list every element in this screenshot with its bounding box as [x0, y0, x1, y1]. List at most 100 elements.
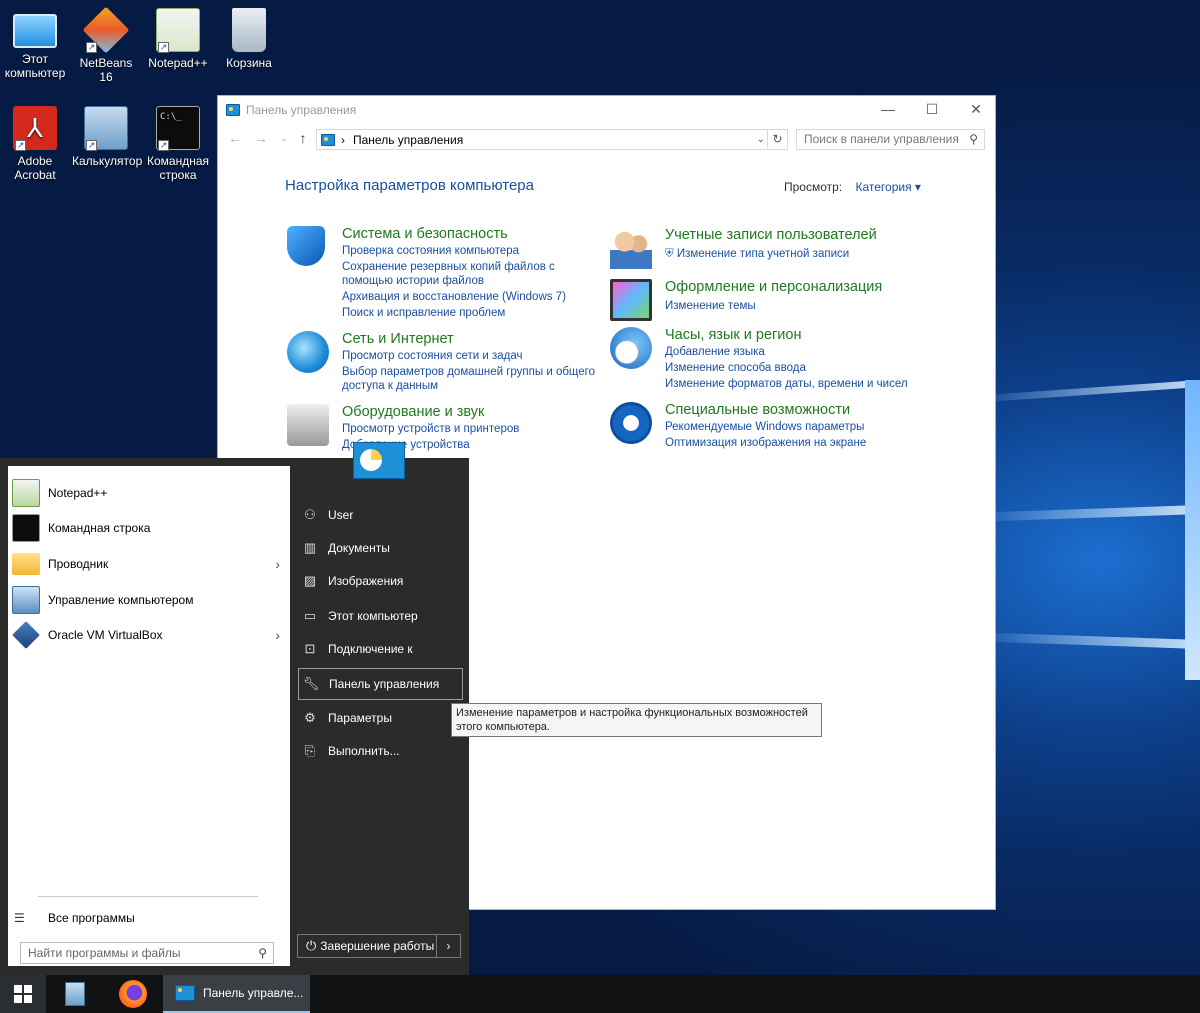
- shutdown-options-chevron-icon[interactable]: ›: [436, 935, 460, 957]
- chevron-down-icon[interactable]: ⌄: [757, 134, 765, 145]
- desktop-icon-label: Корзина: [226, 56, 272, 70]
- start-place-run[interactable]: ⎘ Выполнить...: [298, 735, 463, 766]
- category-link[interactable]: доступа к данным: [342, 379, 438, 394]
- category-link[interactable]: помощью истории файлов: [342, 274, 484, 289]
- maximize-button[interactable]: ☐: [910, 98, 954, 120]
- chevron-right-icon[interactable]: ›: [275, 627, 280, 643]
- start-place-label: Параметры: [328, 710, 392, 725]
- taskbar-firefox[interactable]: [110, 975, 156, 1013]
- taskbar-control-panel[interactable]: Панель управле...: [163, 975, 310, 1013]
- start-place-connect-to[interactable]: ⊡ Подключение к: [298, 633, 463, 664]
- up-arrow-icon[interactable]: ↑: [300, 130, 307, 146]
- user-icon: ⚇: [304, 506, 316, 522]
- desktop-icon-calculator[interactable]: ↗ Калькулятор: [72, 106, 142, 168]
- view-by-value: Категория: [855, 180, 912, 194]
- desktop-icon-cmd[interactable]: C:\_ ↗ Командная строка: [144, 106, 212, 182]
- category-title[interactable]: Учетные записи пользователей: [665, 227, 877, 243]
- wallpaper-pane: [1185, 380, 1200, 680]
- computer-icon: [13, 14, 57, 48]
- firefox-icon: [119, 980, 147, 1008]
- folder-icon: [12, 553, 40, 575]
- start-button[interactable]: [0, 975, 46, 1013]
- start-item-label: Notepad++: [48, 486, 108, 500]
- start-place-label: User: [328, 507, 354, 522]
- minimize-button[interactable]: —: [866, 98, 910, 120]
- desktop-icon-acrobat[interactable]: ⅄ ↗ Adobe Acrobat: [1, 106, 69, 182]
- pictures-icon: ▨: [303, 572, 317, 588]
- category-title[interactable]: Система и безопасность: [342, 226, 508, 242]
- start-place-label: Выполнить...: [328, 743, 400, 758]
- documents-icon: ▥: [303, 539, 317, 555]
- wallpaper-beam: [994, 505, 1200, 522]
- forward-arrow-icon[interactable]: →: [254, 130, 268, 146]
- category-link[interactable]: Сохранение резервных копий файлов с: [342, 260, 555, 275]
- category-title[interactable]: Оборудование и звук: [342, 404, 484, 420]
- category-link[interactable]: Проверка состояния компьютера: [342, 244, 519, 259]
- category-title[interactable]: Сеть и Интернет: [342, 331, 454, 347]
- wrench-icon: 🔧︎: [302, 676, 320, 691]
- category-link[interactable]: Добавление языка: [665, 345, 765, 360]
- chevron-down-icon[interactable]: ⌄: [280, 133, 288, 144]
- start-item-explorer[interactable]: Проводник ›: [8, 547, 290, 581]
- address-bar[interactable]: › Панель управления ⌄ ↻: [316, 129, 788, 150]
- clock-globe-icon: [610, 327, 652, 369]
- category-link[interactable]: Изменение темы: [665, 299, 756, 314]
- category-link[interactable]: Просмотр устройств и принтеров: [342, 422, 519, 437]
- window-title: Панель управления: [246, 102, 357, 117]
- category-link[interactable]: Выбор параметров домашней группы и общег…: [342, 365, 595, 380]
- desktop-icon-label: NetBeans 16: [79, 56, 133, 84]
- start-search-input[interactable]: Найти программы и файлы ⚲: [20, 942, 274, 964]
- start-place-settings[interactable]: ⚙ Параметры: [298, 702, 463, 733]
- search-placeholder: Найти программы и файлы: [28, 946, 181, 960]
- shield-icon: [287, 226, 325, 266]
- search-input[interactable]: Поиск в панели управления ⚲: [796, 129, 985, 150]
- breadcrumb[interactable]: Панель управления: [353, 133, 463, 147]
- uac-shield-icon: ⛨: [665, 248, 674, 260]
- cmd-icon: [12, 514, 40, 542]
- view-by: Просмотр: Категория ▾: [784, 180, 921, 194]
- start-place-control-panel[interactable]: 🔧︎ Панель управления: [298, 668, 463, 700]
- category-title[interactable]: Часы, язык и регион: [665, 327, 801, 343]
- refresh-icon[interactable]: ↻: [767, 130, 787, 149]
- start-item-virtualbox[interactable]: Oracle VM VirtualBox ›: [8, 618, 290, 652]
- start-place-documents[interactable]: ▥ Документы: [298, 532, 463, 563]
- start-place-label: Подключение к: [328, 641, 413, 656]
- category-title[interactable]: Оформление и персонализация: [665, 279, 882, 295]
- close-button[interactable]: ✕: [954, 98, 998, 120]
- run-icon: ⎘: [304, 742, 316, 758]
- start-place-label: Этот компьютер: [328, 608, 418, 623]
- control-panel-icon: [321, 133, 335, 146]
- category-link[interactable]: Оптимизация изображения на экране: [665, 436, 866, 451]
- shutdown-button[interactable]: ⏻ Завершение работы ›: [297, 934, 461, 958]
- power-icon: ⏻: [306, 938, 317, 953]
- desktop-icon-this-pc[interactable]: Этот компьютер: [1, 8, 69, 80]
- desktop-icon-recycle-bin[interactable]: Корзина: [215, 8, 283, 70]
- start-place-pictures[interactable]: ▨ Изображения: [298, 565, 463, 596]
- start-item-cmd[interactable]: Командная строка: [8, 511, 290, 545]
- shortcut-arrow-icon: ↗: [158, 140, 169, 151]
- view-by-dropdown[interactable]: Категория ▾: [855, 180, 920, 194]
- category-link[interactable]: Изменение способа ввода: [665, 361, 806, 376]
- start-item-notepadpp[interactable]: Notepad++: [8, 476, 290, 510]
- desktop-icon-notepadpp[interactable]: ↗ Notepad++: [144, 8, 212, 70]
- back-arrow-icon[interactable]: ←: [228, 130, 242, 146]
- category-link[interactable]: Изменение форматов даты, времени и чисел: [665, 377, 908, 392]
- all-programs-button[interactable]: ☰ Все программы: [14, 911, 135, 925]
- category-link[interactable]: Архивация и восстановление (Windows 7): [342, 290, 566, 305]
- desktop-icon-label: Командная строка: [146, 154, 209, 182]
- start-item-computer-management[interactable]: Управление компьютером: [8, 583, 290, 617]
- start-place-this-pc[interactable]: ▭ Этот компьютер: [298, 600, 463, 631]
- category-link[interactable]: Поиск и исправление проблем: [342, 306, 505, 321]
- category-link[interactable]: Просмотр состояния сети и задач: [342, 349, 522, 364]
- view-by-label: Просмотр:: [784, 180, 843, 194]
- chevron-right-icon[interactable]: ›: [275, 556, 280, 572]
- start-item-label: Управление компьютером: [48, 593, 194, 607]
- virtualbox-icon: [12, 621, 40, 649]
- start-place-user[interactable]: ⚇ User: [298, 499, 463, 530]
- taskbar-calculator[interactable]: [52, 975, 98, 1013]
- category-title[interactable]: Специальные возможности: [665, 402, 850, 418]
- category-link[interactable]: ⛨ Изменение типа учетной записи: [665, 247, 849, 262]
- wallpaper-beam: [995, 380, 1200, 402]
- category-link[interactable]: Рекомендуемые Windows параметры: [665, 420, 864, 435]
- desktop-icon-netbeans[interactable]: ↗ NetBeans 16: [72, 6, 140, 84]
